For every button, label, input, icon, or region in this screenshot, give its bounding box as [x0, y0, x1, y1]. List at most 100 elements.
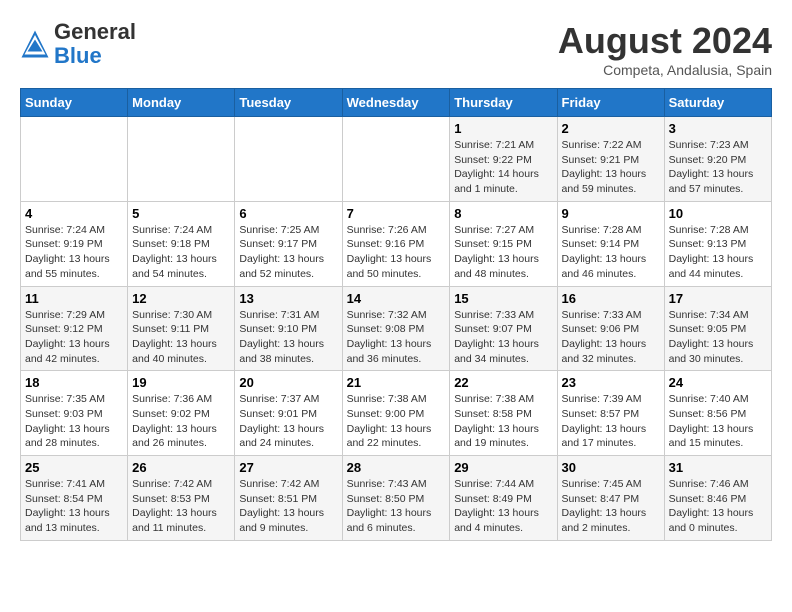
day-info: Sunrise: 7:24 AM Sunset: 9:19 PM Dayligh… — [25, 223, 123, 282]
calendar-empty — [235, 117, 342, 202]
calendar-day-18: 18 Sunrise: 7:35 AM Sunset: 9:03 PM Dayli… — [21, 371, 128, 456]
calendar-week-row: 18 Sunrise: 7:35 AM Sunset: 9:03 PM Dayli… — [21, 371, 772, 456]
day-info: Sunrise: 7:30 AM Sunset: 9:11 PM Dayligh… — [132, 308, 230, 367]
calendar-day-2: 2Sunrise: 7:22 AM Sunset: 9:21 PM Daylig… — [557, 117, 664, 202]
day-number: 31 — [669, 460, 767, 475]
day-info: Sunrise: 7:35 AM Sunset: 9:03 PM Dayligh… — [25, 392, 123, 451]
weekday-header-saturday: Saturday — [664, 89, 771, 117]
day-number: 29 — [454, 460, 552, 475]
day-info: Sunrise: 7:41 AM Sunset: 8:54 PM Dayligh… — [25, 477, 123, 536]
day-number: 8 — [454, 206, 552, 221]
calendar-day-3: 3 Sunrise: 7:23 AM Sunset: 9:20 PM Daylig… — [664, 117, 771, 202]
day-info: Sunrise: 7:46 AM Sunset: 8:46 PM Dayligh… — [669, 477, 767, 536]
weekday-header-thursday: Thursday — [450, 89, 557, 117]
weekday-header-sunday: Sunday — [21, 89, 128, 117]
calendar-day-22: 22 Sunrise: 7:38 AM Sunset: 8:58 PM Dayli… — [450, 371, 557, 456]
calendar-week-row: 11 Sunrise: 7:29 AM Sunset: 9:12 PM Dayli… — [21, 286, 772, 371]
calendar-day-20: 20 Sunrise: 7:37 AM Sunset: 9:01 PM Dayli… — [235, 371, 342, 456]
day-info: Sunrise: 7:34 AM Sunset: 9:05 PM Dayligh… — [669, 308, 767, 367]
weekday-header-tuesday: Tuesday — [235, 89, 342, 117]
day-info: Sunrise: 7:31 AM Sunset: 9:10 PM Dayligh… — [239, 308, 337, 367]
day-number: 7 — [347, 206, 446, 221]
day-number: 12 — [132, 291, 230, 306]
day-number: 3 — [669, 121, 767, 136]
location-subtitle: Competa, Andalusia, Spain — [558, 62, 772, 78]
day-info: Sunrise: 7:38 AM Sunset: 8:58 PM Dayligh… — [454, 392, 552, 451]
calendar-day-23: 23Sunrise: 7:39 AM Sunset: 8:57 PM Dayli… — [557, 371, 664, 456]
calendar-day-5: 5 Sunrise: 7:24 AM Sunset: 9:18 PM Daylig… — [128, 201, 235, 286]
logo-icon — [20, 29, 50, 59]
day-info: Sunrise: 7:37 AM Sunset: 9:01 PM Dayligh… — [239, 392, 337, 451]
logo-general-text: General — [54, 19, 136, 44]
calendar-day-29: 29 Sunrise: 7:44 AM Sunset: 8:49 PM Dayli… — [450, 456, 557, 541]
calendar-day-13: 13 Sunrise: 7:31 AM Sunset: 9:10 PM Dayli… — [235, 286, 342, 371]
day-number: 11 — [25, 291, 123, 306]
day-info: Sunrise: 7:23 AM Sunset: 9:20 PM Dayligh… — [669, 138, 767, 197]
day-info: Sunrise: 7:33 AM Sunset: 9:07 PM Dayligh… — [454, 308, 552, 367]
calendar-day-27: 27Sunrise: 7:42 AM Sunset: 8:51 PM Dayli… — [235, 456, 342, 541]
day-info: Sunrise: 7:26 AM Sunset: 9:16 PM Dayligh… — [347, 223, 446, 282]
calendar-table: SundayMondayTuesdayWednesdayThursdayFrid… — [20, 88, 772, 541]
calendar-week-row: 4Sunrise: 7:24 AM Sunset: 9:19 PM Daylig… — [21, 201, 772, 286]
day-info: Sunrise: 7:32 AM Sunset: 9:08 PM Dayligh… — [347, 308, 446, 367]
calendar-day-11: 11 Sunrise: 7:29 AM Sunset: 9:12 PM Dayli… — [21, 286, 128, 371]
calendar-day-7: 7 Sunrise: 7:26 AM Sunset: 9:16 PM Daylig… — [342, 201, 450, 286]
page-header: General Blue August 2024 Competa, Andalu… — [20, 20, 772, 78]
day-number: 21 — [347, 375, 446, 390]
day-info: Sunrise: 7:29 AM Sunset: 9:12 PM Dayligh… — [25, 308, 123, 367]
day-number: 22 — [454, 375, 552, 390]
calendar-header: SundayMondayTuesdayWednesdayThursdayFrid… — [21, 89, 772, 117]
day-info: Sunrise: 7:21 AM Sunset: 9:22 PM Dayligh… — [454, 138, 552, 197]
calendar-empty — [21, 117, 128, 202]
day-number: 15 — [454, 291, 552, 306]
day-info: Sunrise: 7:28 AM Sunset: 9:13 PM Dayligh… — [669, 223, 767, 282]
day-number: 24 — [669, 375, 767, 390]
calendar-empty — [128, 117, 235, 202]
calendar-day-4: 4Sunrise: 7:24 AM Sunset: 9:19 PM Daylig… — [21, 201, 128, 286]
calendar-day-19: 19 Sunrise: 7:36 AM Sunset: 9:02 PM Dayli… — [128, 371, 235, 456]
day-info: Sunrise: 7:36 AM Sunset: 9:02 PM Dayligh… — [132, 392, 230, 451]
calendar-day-24: 24 Sunrise: 7:40 AM Sunset: 8:56 PM Dayli… — [664, 371, 771, 456]
day-info: Sunrise: 7:45 AM Sunset: 8:47 PM Dayligh… — [562, 477, 660, 536]
title-block: August 2024 Competa, Andalusia, Spain — [558, 20, 772, 78]
day-info: Sunrise: 7:44 AM Sunset: 8:49 PM Dayligh… — [454, 477, 552, 536]
day-info: Sunrise: 7:24 AM Sunset: 9:18 PM Dayligh… — [132, 223, 230, 282]
day-number: 9 — [562, 206, 660, 221]
calendar-day-14: 14Sunrise: 7:32 AM Sunset: 9:08 PM Dayli… — [342, 286, 450, 371]
calendar-week-row: 1 Sunrise: 7:21 AM Sunset: 9:22 PM Daylig… — [21, 117, 772, 202]
day-info: Sunrise: 7:43 AM Sunset: 8:50 PM Dayligh… — [347, 477, 446, 536]
day-info: Sunrise: 7:38 AM Sunset: 9:00 PM Dayligh… — [347, 392, 446, 451]
day-number: 6 — [239, 206, 337, 221]
calendar-day-25: 25 Sunrise: 7:41 AM Sunset: 8:54 PM Dayli… — [21, 456, 128, 541]
calendar-day-8: 8 Sunrise: 7:27 AM Sunset: 9:15 PM Daylig… — [450, 201, 557, 286]
day-info: Sunrise: 7:27 AM Sunset: 9:15 PM Dayligh… — [454, 223, 552, 282]
calendar-week-row: 25 Sunrise: 7:41 AM Sunset: 8:54 PM Dayli… — [21, 456, 772, 541]
day-number: 28 — [347, 460, 446, 475]
weekday-header-monday: Monday — [128, 89, 235, 117]
day-number: 1 — [454, 121, 552, 136]
day-number: 17 — [669, 291, 767, 306]
calendar-day-30: 30Sunrise: 7:45 AM Sunset: 8:47 PM Dayli… — [557, 456, 664, 541]
day-info: Sunrise: 7:25 AM Sunset: 9:17 PM Dayligh… — [239, 223, 337, 282]
calendar-day-31: 31 Sunrise: 7:46 AM Sunset: 8:46 PM Dayli… — [664, 456, 771, 541]
calendar-day-12: 12 Sunrise: 7:30 AM Sunset: 9:11 PM Dayli… — [128, 286, 235, 371]
calendar-day-16: 16Sunrise: 7:33 AM Sunset: 9:06 PM Dayli… — [557, 286, 664, 371]
day-number: 16 — [562, 291, 660, 306]
day-info: Sunrise: 7:40 AM Sunset: 8:56 PM Dayligh… — [669, 392, 767, 451]
day-number: 25 — [25, 460, 123, 475]
day-number: 20 — [239, 375, 337, 390]
day-number: 5 — [132, 206, 230, 221]
day-info: Sunrise: 7:28 AM Sunset: 9:14 PM Dayligh… — [562, 223, 660, 282]
logo: General Blue — [20, 20, 136, 68]
calendar-day-17: 17 Sunrise: 7:34 AM Sunset: 9:05 PM Dayli… — [664, 286, 771, 371]
calendar-day-9: 9 Sunrise: 7:28 AM Sunset: 9:14 PM Daylig… — [557, 201, 664, 286]
day-number: 19 — [132, 375, 230, 390]
day-number: 18 — [25, 375, 123, 390]
calendar-day-10: 10Sunrise: 7:28 AM Sunset: 9:13 PM Dayli… — [664, 201, 771, 286]
day-number: 13 — [239, 291, 337, 306]
day-info: Sunrise: 7:22 AM Sunset: 9:21 PM Dayligh… — [562, 138, 660, 197]
calendar-day-21: 21 Sunrise: 7:38 AM Sunset: 9:00 PM Dayli… — [342, 371, 450, 456]
calendar-day-28: 28 Sunrise: 7:43 AM Sunset: 8:50 PM Dayli… — [342, 456, 450, 541]
day-info: Sunrise: 7:42 AM Sunset: 8:53 PM Dayligh… — [132, 477, 230, 536]
calendar-empty — [342, 117, 450, 202]
